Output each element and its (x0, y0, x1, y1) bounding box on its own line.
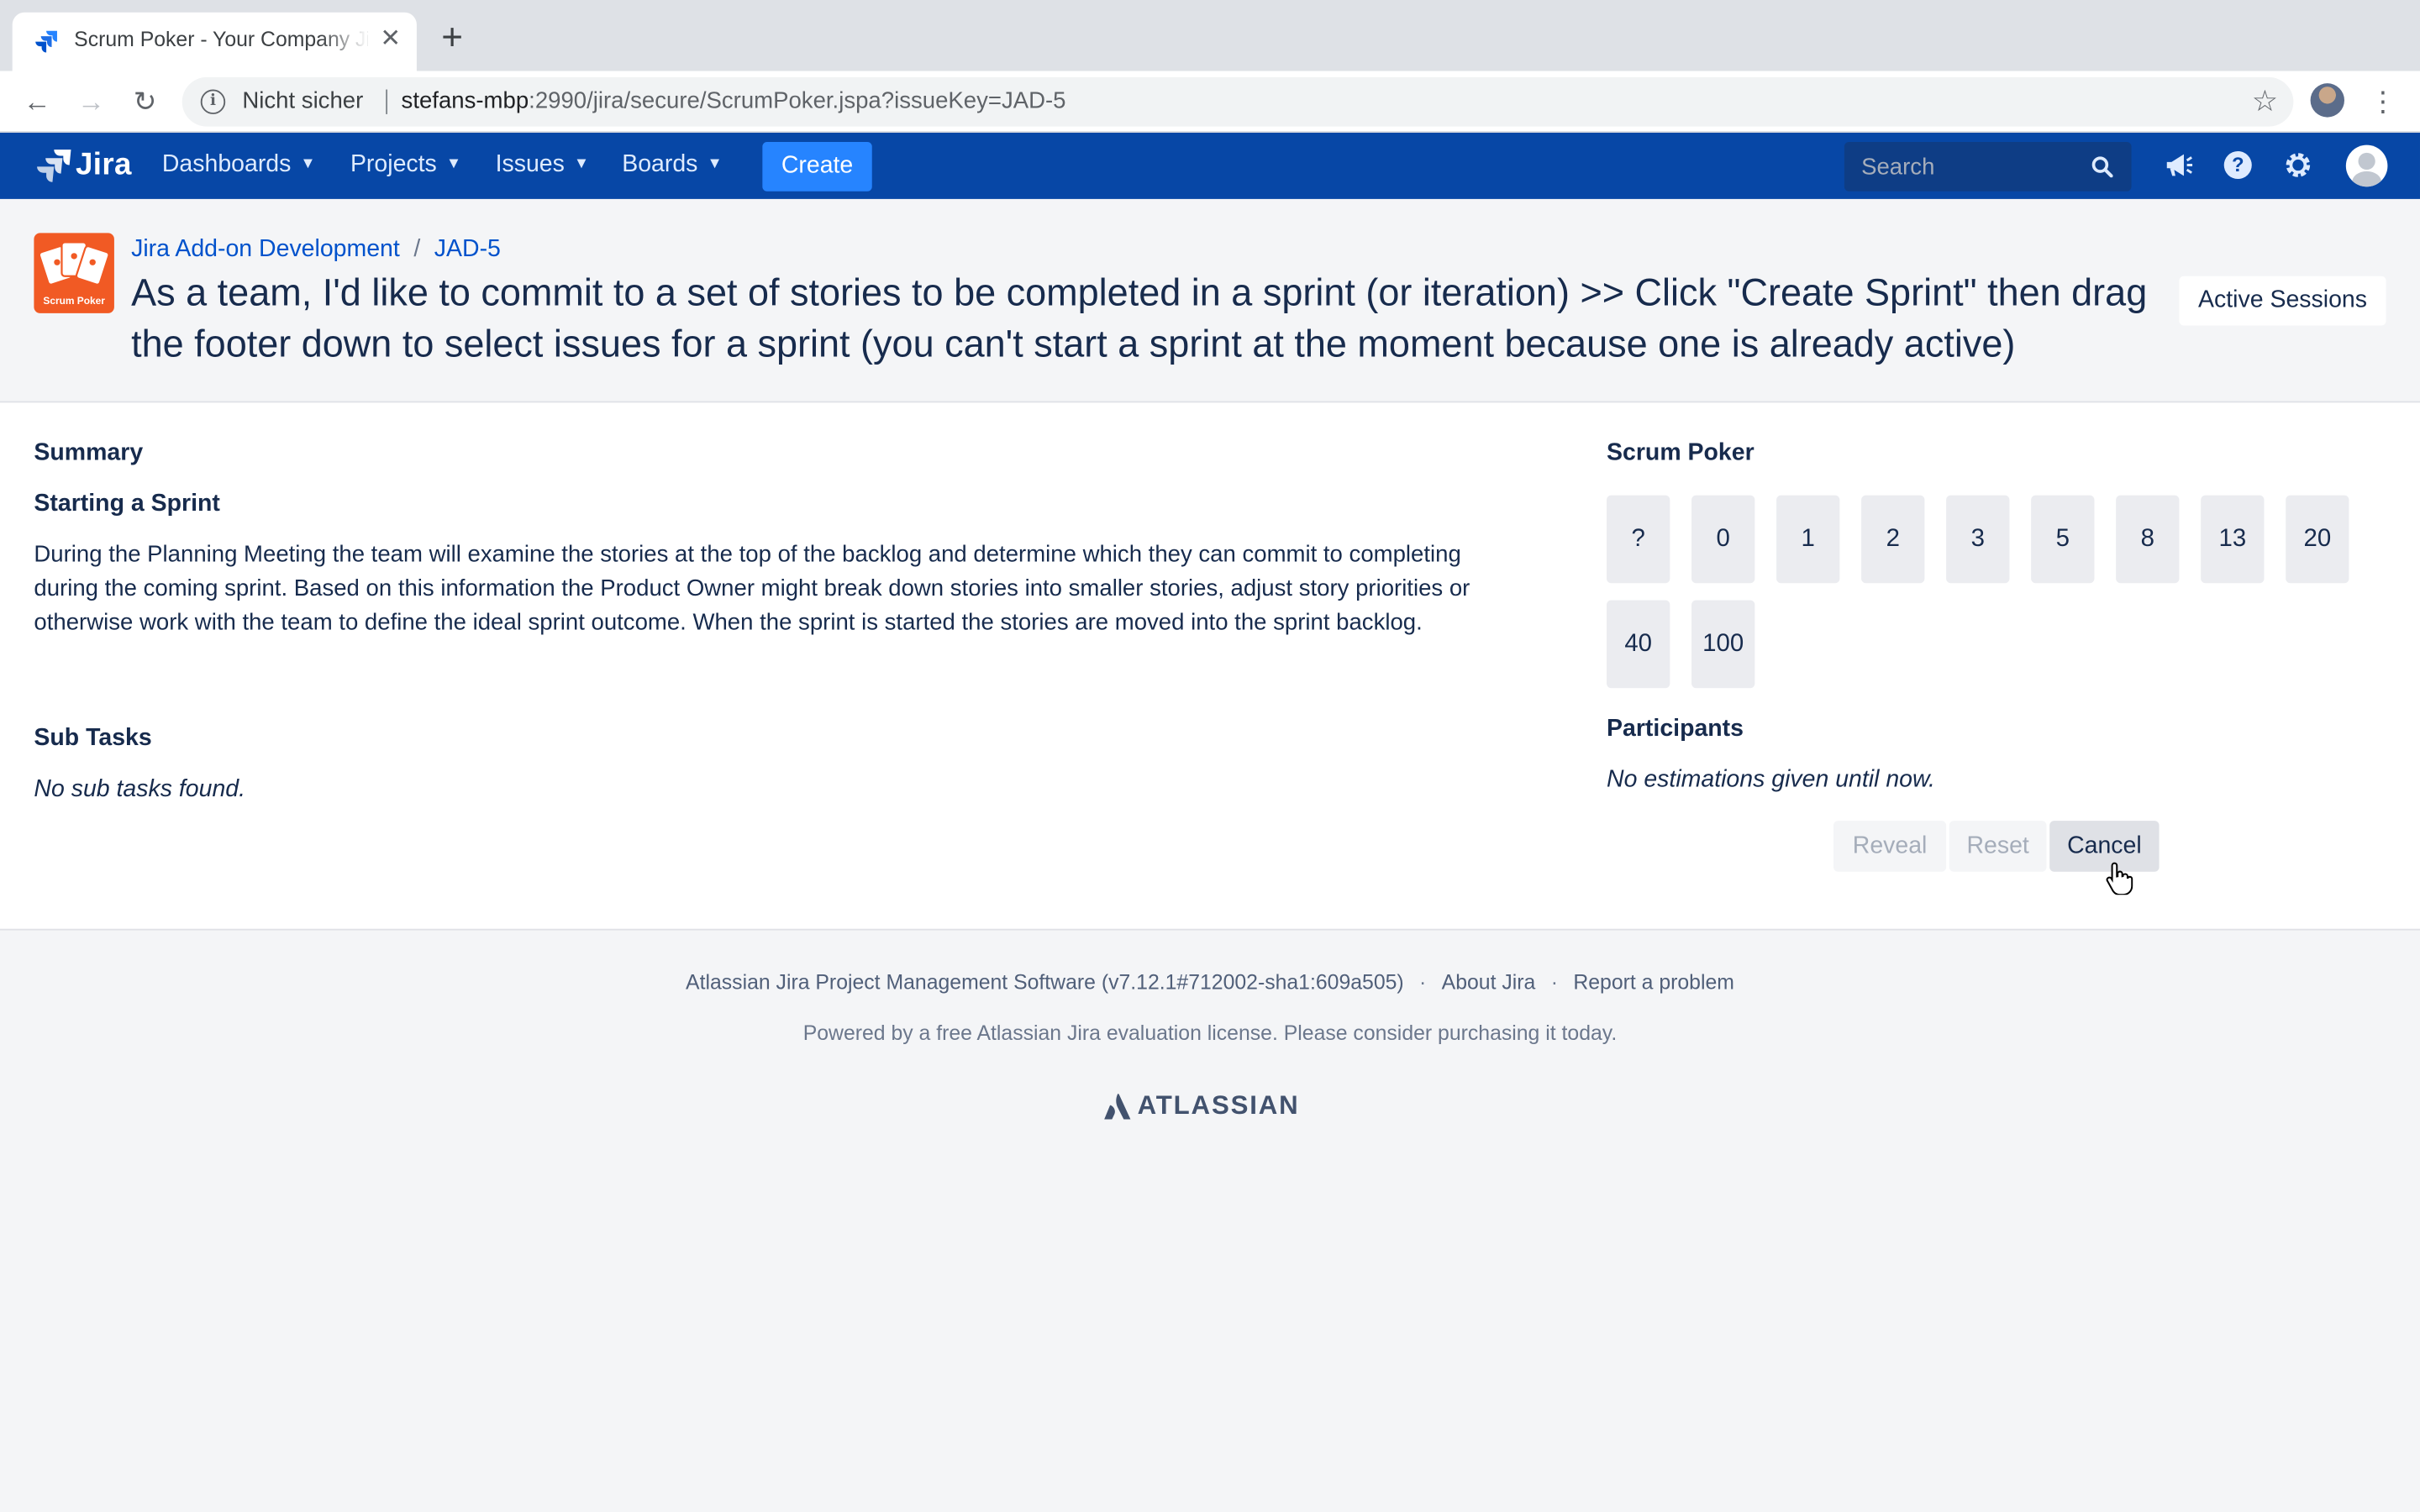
profile-avatar-icon[interactable] (2310, 83, 2344, 118)
poker-card[interactable]: 5 (2031, 495, 2095, 584)
summary-heading: Summary (34, 439, 144, 466)
megaphone-icon[interactable] (2160, 148, 2194, 181)
chevron-down-icon: ▼ (707, 155, 723, 173)
story-subheading: Starting a Sprint (34, 491, 220, 517)
url-host: stefans-mbp (401, 87, 529, 114)
chevron-down-icon: ▼ (300, 155, 316, 173)
participants-heading: Participants (1607, 716, 1744, 743)
main-content: Summary Starting a Sprint During the Pla… (0, 402, 2420, 931)
search-input[interactable] (1844, 141, 2076, 192)
menu-label: Projects (350, 150, 437, 178)
address-divider (386, 89, 388, 114)
project-avatar[interactable]: Scrum Poker (34, 233, 114, 313)
reveal-button[interactable]: Reveal (1833, 821, 1947, 872)
poker-card[interactable]: 8 (2116, 495, 2180, 584)
footer-dot: · (1419, 970, 1427, 994)
active-sessions-button[interactable]: Active Sessions (2179, 276, 2386, 326)
search-icon[interactable] (2091, 156, 2113, 178)
breadcrumb-separator: / (413, 236, 421, 263)
create-button[interactable]: Create (762, 141, 872, 192)
new-tab-icon[interactable]: + (435, 19, 469, 56)
gear-icon[interactable] (2281, 148, 2315, 181)
breadcrumb: Jira Add-on Development / JAD-5 (131, 236, 501, 264)
browser-tab[interactable]: Scrum Poker - Your Company Jira ✕ (12, 12, 417, 71)
breadcrumb-issue-link[interactable]: JAD-5 (434, 236, 501, 262)
poker-card[interactable]: 13 (2201, 495, 2265, 584)
project-avatar-text: Scrum Poker (43, 295, 105, 307)
atlassian-logo-text: ATLASSIAN (1137, 1090, 1300, 1121)
breadcrumb-project-link[interactable]: Jira Add-on Development (131, 236, 400, 262)
jira-header: Jira Dashboards ▼ Projects ▼ Issues ▼ Board… (0, 132, 2420, 199)
footer-links: Atlassian Jira Project Management Softwa… (0, 970, 2420, 994)
issue-title: As a team, I'd like to commit to a set o… (131, 273, 2148, 366)
menu-issues[interactable]: Issues ▼ (496, 151, 590, 179)
poker-card[interactable]: 0 (1691, 495, 1755, 584)
info-icon[interactable]: i (200, 89, 226, 114)
poker-card[interactable]: 20 (2286, 495, 2349, 584)
security-label[interactable]: Nicht sicher (242, 88, 363, 114)
browser-menu-icon[interactable]: ⋮ (2369, 83, 2396, 120)
footer-dot: · (1550, 970, 1558, 994)
poker-card[interactable]: ? (1607, 495, 1670, 584)
back-icon[interactable]: ← (18, 83, 55, 120)
menu-dashboards[interactable]: Dashboards ▼ (162, 151, 316, 179)
issue-header: Scrum Poker Jira Add-on Development / JAD-… (0, 198, 2420, 403)
chevron-down-icon: ▼ (445, 155, 462, 173)
footer-license: Powered by a free Atlassian Jira evaluat… (802, 1021, 1618, 1045)
tab-strip: Scrum Poker - Your Company Jira ✕ + (0, 0, 2420, 71)
address-bar[interactable]: i Nicht sicher stefans-mbp:2990/jira/sec… (182, 76, 2294, 127)
jira-logo-text[interactable]: Jira (76, 148, 132, 183)
atlassian-logo[interactable]: ATLASSIAN (1103, 1089, 1319, 1123)
browser-window: Scrum Poker - Your Company Jira ✕ + ← → … (0, 0, 2420, 1512)
menu-projects[interactable]: Projects ▼ (350, 151, 461, 179)
atlassian-logo-icon (1104, 1094, 1131, 1120)
jira-logo-icon[interactable] (34, 148, 74, 185)
tab-close-icon[interactable]: ✕ (376, 26, 404, 54)
jira-favicon-icon (35, 30, 57, 53)
poker-card[interactable]: 2 (1861, 495, 1925, 584)
url-path: :2990/jira/secure/ScrumPoker.jspa?issueK… (529, 87, 1066, 114)
url-text[interactable]: stefans-mbp:2990/jira/secure/ScrumPoker.… (402, 88, 1066, 114)
menu-label: Issues (495, 150, 565, 178)
report-problem-link[interactable]: Report a problem (1573, 970, 1734, 994)
participants-empty-message: No estimations given until now. (1607, 766, 1935, 794)
poker-card[interactable]: 1 (1776, 495, 1840, 584)
forward-icon[interactable]: → (72, 83, 109, 120)
user-avatar[interactable] (2345, 144, 2388, 187)
menu-label: Boards (622, 150, 698, 178)
footer-software-link[interactable]: Atlassian Jira Project Management Softwa… (686, 970, 1404, 994)
bookmark-star-icon[interactable]: ☆ (2252, 85, 2278, 120)
reload-icon[interactable]: ↻ (127, 83, 164, 120)
playing-cards-icon: Scrum Poker (38, 241, 110, 307)
menu-boards[interactable]: Boards ▼ (622, 151, 722, 179)
tab-title: Scrum Poker - Your Company Jira (74, 28, 368, 51)
chevron-down-icon: ▼ (573, 155, 590, 173)
poker-card[interactable]: 40 (1607, 600, 1670, 689)
story-description: During the Planning Meeting the team wil… (34, 541, 1470, 636)
subtasks-empty-message: No sub tasks found. (34, 775, 246, 803)
poker-card[interactable]: 100 (1691, 600, 1755, 689)
browser-toolbar: ← → ↻ i Nicht sicher stefans-mbp:2990/ji… (0, 71, 2420, 133)
reset-button[interactable]: Reset (1949, 821, 2047, 872)
scrum-poker-heading: Scrum Poker (1607, 439, 1754, 466)
menu-label: Dashboards (161, 150, 292, 178)
poker-card[interactable]: 3 (1946, 495, 2010, 584)
hand-cursor-icon (2106, 862, 2133, 895)
help-icon[interactable]: ? (2223, 150, 2252, 180)
search-box (1844, 141, 2132, 192)
subtasks-heading: Sub Tasks (34, 725, 152, 752)
about-jira-link[interactable]: About Jira (1442, 970, 1536, 994)
